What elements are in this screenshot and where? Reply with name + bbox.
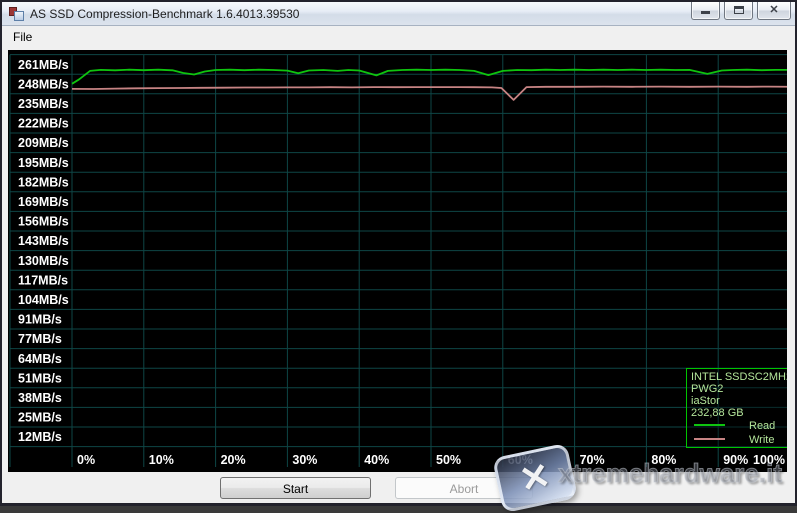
legend-device-line: PWG2 [691,383,787,395]
svg-text:156MB/s: 156MB/s [18,215,69,229]
svg-text:117MB/s: 117MB/s [18,273,68,287]
svg-text:40%: 40% [364,453,389,467]
app-icon [9,6,25,22]
svg-text:100%: 100% [753,453,785,467]
abort-button[interactable]: Abort [395,477,533,499]
write-line-sample [694,438,725,440]
svg-text:80%: 80% [651,453,676,467]
chart-canvas: 261MB/s 248MB/s 235MB/s 222MB/s 209MB/s 195MB… [8,50,787,472]
legend-box: INTEL SSDSC2MH2 PWG2 iaStor 232,88 GB Re… [686,368,787,448]
svg-text:50%: 50% [436,453,461,467]
chart-panel: 261MB/s 248MB/s 235MB/s 222MB/s 209MB/s 195MB… [8,50,787,472]
svg-text:10%: 10% [149,453,174,467]
svg-text:38MB/s: 38MB/s [18,391,62,405]
svg-text:90%: 90% [723,453,748,467]
close-button[interactable]: ✕ [757,2,791,20]
svg-text:91MB/s: 91MB/s [18,313,62,327]
window-title: AS SSD Compression-Benchmark 1.6.4013.39… [30,2,299,26]
svg-text:25MB/s: 25MB/s [18,411,62,425]
legend-entry-read: Read [691,420,787,433]
maximize-icon [734,6,744,14]
close-icon: ✕ [758,3,790,16]
svg-text:222MB/s: 222MB/s [18,117,69,131]
svg-text:235MB/s: 235MB/s [18,97,69,111]
legend-read-label: Read [749,420,775,432]
title-bar: AS SSD Compression-Benchmark 1.6.4013.39… [2,2,795,26]
minimize-button[interactable] [691,2,720,20]
legend-device-line: 232,88 GB [691,407,787,419]
window-frame: AS SSD Compression-Benchmark 1.6.4013.39… [0,0,797,506]
svg-text:64MB/s: 64MB/s [18,352,62,366]
svg-text:130MB/s: 130MB/s [18,254,69,268]
svg-text:104MB/s: 104MB/s [18,293,69,307]
svg-text:261MB/s: 261MB/s [18,58,69,72]
read-line-sample [694,424,725,426]
svg-text:60%: 60% [508,453,533,467]
menu-item-file[interactable]: File [4,26,41,48]
svg-text:30%: 30% [292,453,317,467]
svg-text:0%: 0% [77,453,95,467]
menu-bar: File [2,26,795,50]
start-button[interactable]: Start [220,477,371,499]
legend-device-line: INTEL SSDSC2MH2 [691,371,787,383]
legend-write-label: Write [749,434,774,446]
legend-entry-write: Write [691,434,787,447]
svg-text:12MB/s: 12MB/s [18,430,62,444]
svg-text:182MB/s: 182MB/s [18,175,69,189]
svg-text:195MB/s: 195MB/s [18,156,69,170]
window-controls: ✕ [691,2,791,20]
svg-text:248MB/s: 248MB/s [18,77,69,91]
svg-text:20%: 20% [221,453,246,467]
svg-text:169MB/s: 169MB/s [18,195,69,209]
minimize-icon [701,11,710,14]
legend-device-line: iaStor [691,395,787,407]
maximize-button[interactable] [724,2,753,20]
svg-text:209MB/s: 209MB/s [18,136,69,150]
svg-text:70%: 70% [580,453,605,467]
svg-text:143MB/s: 143MB/s [18,234,69,248]
svg-text:51MB/s: 51MB/s [18,371,62,385]
svg-text:77MB/s: 77MB/s [18,332,62,346]
